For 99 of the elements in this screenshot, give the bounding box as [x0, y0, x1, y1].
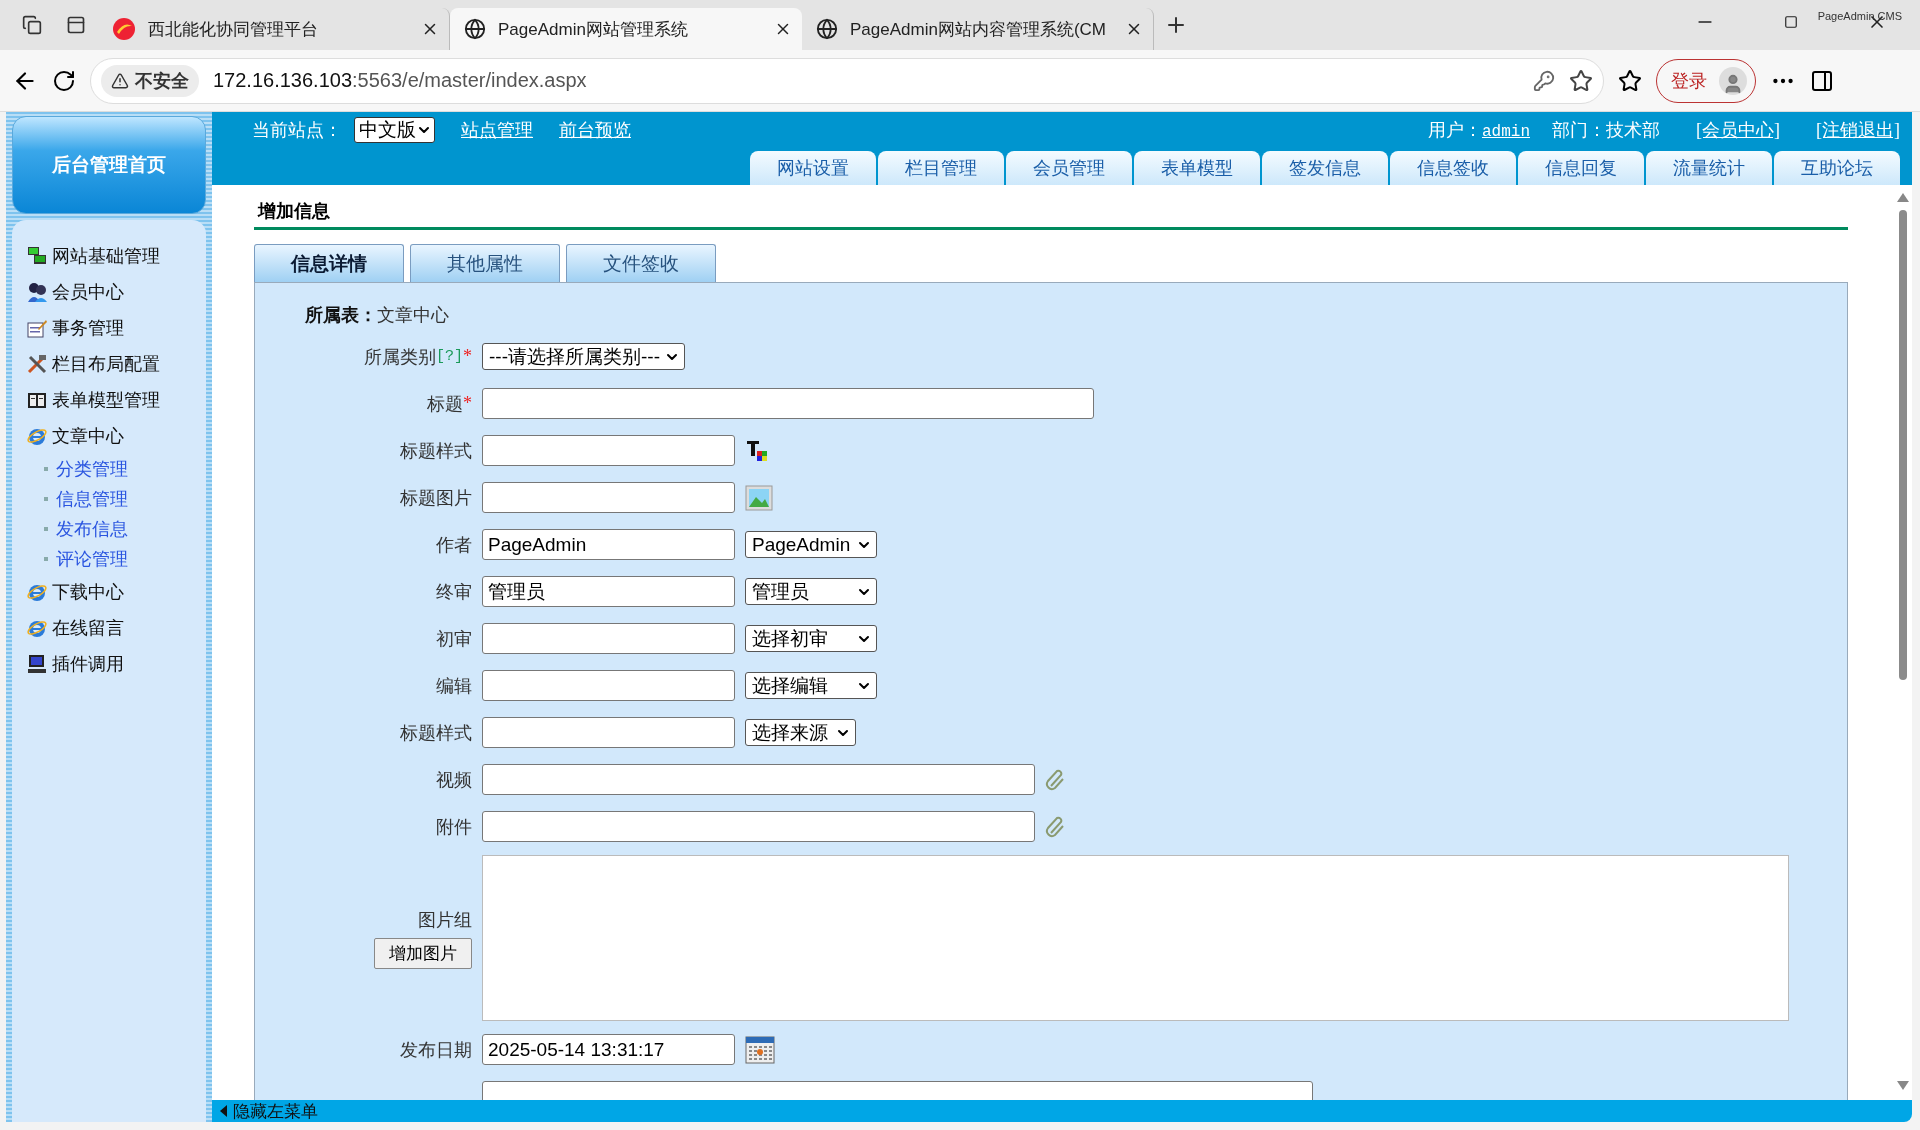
image-icon[interactable] — [745, 484, 773, 511]
nav-tab[interactable]: 网站设置 — [750, 151, 876, 185]
input-field[interactable] — [482, 435, 735, 466]
tab-title: PageAdmin网站内容管理系统(CM — [850, 18, 1107, 41]
table-label: 所属表： — [305, 304, 377, 327]
favorite-icon[interactable] — [1569, 68, 1593, 93]
sidebar-subitem[interactable]: 评论管理 — [26, 544, 206, 574]
nav-tab[interactable]: 栏目管理 — [878, 151, 1004, 185]
tab-title: 西北能化协同管理平台 — [148, 18, 319, 41]
nav-tab[interactable]: 互助论坛 — [1774, 151, 1900, 185]
tools-icon — [26, 353, 48, 375]
tab-title: PageAdmin网站管理系统 — [498, 18, 689, 41]
security-badge[interactable]: 不安全 — [101, 64, 199, 97]
required-mark: * — [463, 393, 472, 414]
paperclip-icon[interactable] — [1045, 768, 1067, 791]
scroll-up-icon[interactable] — [1897, 193, 1909, 202]
field-label: 标题图片 — [400, 486, 472, 510]
field-label: 视频 — [436, 768, 472, 792]
department-text: 部门：技术部 — [1552, 119, 1660, 142]
input-field[interactable]: PageAdmin — [482, 529, 735, 560]
url-text: 172.16.136.103:5563/e/master/index.aspx — [213, 69, 588, 92]
form-tab[interactable]: 文件签收 — [566, 244, 716, 282]
scroll-down-icon[interactable] — [1897, 1081, 1909, 1090]
sidebar-item[interactable]: 表单模型管理 — [26, 382, 206, 418]
paperclip-icon[interactable] — [1045, 815, 1067, 838]
calendar-icon[interactable] — [745, 1035, 775, 1064]
left-arrow-icon — [220, 1105, 227, 1117]
sidebar-item[interactable]: 栏目布局配置 — [26, 346, 206, 382]
field-label: 所属类别 — [364, 345, 436, 369]
sidebar-icon[interactable] — [1810, 68, 1834, 93]
sidebar-item[interactable]: 文章中心 — [26, 418, 206, 454]
dropdown[interactable]: 管理员 — [745, 578, 877, 605]
avatar-icon — [1719, 66, 1747, 95]
sidebar-subitem[interactable]: 信息管理 — [26, 484, 206, 514]
field-label: 标题样式 — [400, 721, 472, 745]
add-image-button[interactable]: 增加图片 — [374, 937, 472, 969]
nav-tab[interactable]: 流量统计 — [1646, 151, 1772, 185]
nav-tab[interactable]: 签发信息 — [1262, 151, 1388, 185]
nav-tab[interactable]: 会员管理 — [1006, 151, 1132, 185]
maximize-icon[interactable] — [1784, 15, 1798, 29]
sidebar-subitem[interactable]: 发布信息 — [26, 514, 206, 544]
sidebar-item[interactable]: 在线留言 — [26, 610, 206, 646]
input-field[interactable]: 管理员 — [482, 576, 735, 607]
required-mark: * — [463, 346, 472, 367]
computers-icon — [26, 245, 48, 267]
field-label: 标题 — [427, 392, 463, 416]
site-logo-icon — [112, 17, 136, 41]
input-field[interactable] — [482, 811, 1035, 842]
reload-icon[interactable] — [52, 68, 76, 93]
dropdown[interactable]: 选择编辑 — [745, 672, 877, 699]
dropdown[interactable]: 选择初审 — [745, 625, 877, 652]
address-bar[interactable]: 不安全 172.16.136.103:5563/e/master/index.aspx — [90, 57, 1604, 104]
sidebar-item[interactable]: 网站基础管理 — [26, 238, 206, 274]
form-tab[interactable]: 信息详情 — [254, 244, 404, 282]
field-label: 标题样式 — [400, 439, 472, 463]
nav-tab[interactable]: 信息签收 — [1390, 151, 1516, 185]
globe-icon — [464, 18, 486, 40]
dropdown[interactable]: ---请选择所属类别--- — [482, 343, 685, 370]
sidebar-item[interactable]: 会员中心 — [26, 274, 206, 310]
tab-actions-icon[interactable] — [66, 15, 86, 35]
input-field[interactable] — [482, 623, 735, 654]
warning-icon — [111, 71, 129, 90]
field-label: 编辑 — [436, 674, 472, 698]
field-label: 附件 — [436, 815, 472, 839]
input-field[interactable] — [482, 388, 1094, 419]
favorites-icon[interactable] — [1618, 68, 1642, 93]
people-icon — [26, 281, 48, 303]
site-label: 当前站点： — [252, 119, 342, 142]
user-label: 用户：admin — [1428, 119, 1530, 142]
sidebar-item[interactable]: 插件调用 — [26, 646, 206, 682]
page-title: 增加信息 — [254, 193, 1848, 230]
monitor-icon — [26, 653, 48, 675]
table-value: 文章中心 — [377, 304, 449, 327]
input-field[interactable] — [482, 764, 1035, 795]
input-field[interactable] — [482, 670, 735, 701]
nav-tab[interactable]: 表单模型 — [1134, 151, 1260, 185]
field-label: 作者 — [436, 533, 472, 557]
dropdown[interactable]: PageAdmin — [745, 531, 877, 558]
key-icon[interactable] — [1533, 69, 1555, 92]
sidebar-subitem[interactable]: 分类管理 — [26, 454, 206, 484]
nav-tab[interactable]: 信息回复 — [1518, 151, 1644, 185]
field-label: 发布日期 — [400, 1038, 472, 1062]
hide-menu-bar[interactable]: 隐藏左菜单 — [212, 1100, 1912, 1122]
input-field[interactable] — [482, 717, 735, 748]
scroll-thumb[interactable] — [1899, 210, 1907, 680]
form-tab[interactable]: 其他属性 — [410, 244, 560, 282]
workspaces-icon[interactable] — [22, 15, 42, 35]
sidebar-item[interactable]: 下载中心 — [26, 574, 206, 610]
field-label: 初审 — [436, 627, 472, 651]
sidebar-item[interactable]: 事务管理 — [26, 310, 206, 346]
globe-icon — [816, 18, 838, 40]
overlay-text: PageAdmin CMS — [1817, 10, 1902, 22]
browser-tab[interactable]: PageAdmin网站管理系统 — [450, 8, 802, 50]
input-field[interactable]: 2025-05-14 13:31:17 — [482, 1034, 735, 1065]
site-dropdown[interactable]: 中文版 — [354, 117, 435, 143]
field-label: 终审 — [436, 580, 472, 604]
dropdown[interactable]: 选择来源 — [745, 719, 856, 746]
field-label: 图片组 — [418, 908, 472, 932]
input-field[interactable] — [482, 482, 735, 513]
